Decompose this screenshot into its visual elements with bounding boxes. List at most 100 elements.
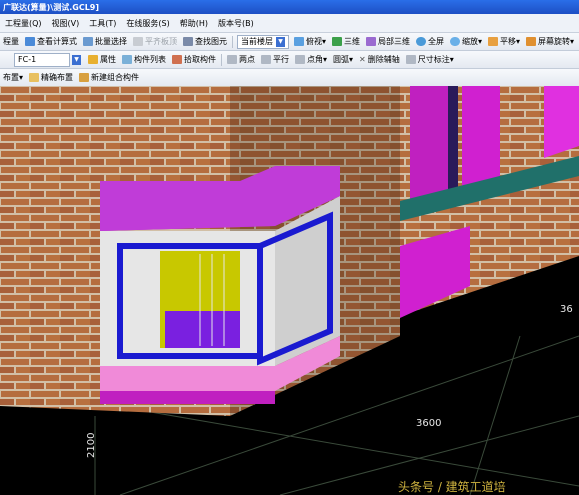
top-view-label: 俯视 <box>306 37 322 46</box>
place-label: 布置 <box>3 73 19 82</box>
new-group-label: 新建组合构件 <box>91 73 140 82</box>
zoom-icon <box>450 37 461 46</box>
align-slab-top-button[interactable]: 平齐板顶 <box>130 34 180 49</box>
local-3d-label: 局部三维 <box>378 37 411 46</box>
dimension-icon <box>405 55 416 64</box>
bay-sill-edge <box>100 391 275 404</box>
fullscreen-icon <box>416 37 427 46</box>
fullscreen-button[interactable]: 全屏 <box>413 34 447 49</box>
parallel-button[interactable]: 平行 <box>258 52 292 67</box>
pick-component-label: 拾取构件 <box>184 55 216 64</box>
window-opening-magenta <box>544 86 579 158</box>
place-button[interactable]: 布置 ▾ <box>0 70 26 85</box>
component-toolbar: FC-1 ▼ 属性 构件列表 拾取构件 两点 平行 点角 ▾ 圆弧 ▾ ✕ 删除辅… <box>0 51 579 69</box>
main-toolbar: 程量 查看计算式 批量选择 平齐板顶 查找图元 当前楼层 ▼ 俯视 ▾ 三维 局部… <box>0 33 579 51</box>
menu-tools[interactable]: 工具(T) <box>84 18 121 29</box>
top-view-icon <box>294 37 304 46</box>
find-element-button[interactable]: 查找图元 <box>180 34 230 49</box>
zoom-button[interactable]: 缩放 ▾ <box>447 34 485 49</box>
floor-dropdown[interactable]: 当前楼层 ▼ <box>237 34 289 49</box>
component-dropdown[interactable]: FC-1 <box>14 52 70 67</box>
arc-label: 圆弧 <box>333 55 350 64</box>
chevron-down-icon[interactable]: ▼ <box>72 54 81 65</box>
precise-place-label: 精确布置 <box>41 73 74 82</box>
window-opening-magenta <box>462 86 500 190</box>
parallel-label: 平行 <box>273 55 289 64</box>
toolbar-separator <box>232 35 233 48</box>
window-title: 广联达(算量)\测试.GCL9] <box>3 3 100 12</box>
3d-view-label: 三维 <box>344 37 361 46</box>
component-list-label: 构件列表 <box>134 55 166 64</box>
menu-version[interactable]: 版本号(B) <box>213 18 259 29</box>
3d-cube-icon <box>332 37 343 46</box>
local-3d-button[interactable]: 局部三维 <box>363 34 413 49</box>
two-points-button[interactable]: 两点 <box>224 52 258 67</box>
parallel-icon <box>261 55 271 64</box>
delete-axis-label: 删除辅轴 <box>367 55 400 64</box>
pan-button[interactable]: 平移 ▾ <box>485 34 523 49</box>
batch-select-button[interactable]: 批量选择 <box>80 34 130 49</box>
screen-rotate-button[interactable]: 屏幕旋转 ▾ <box>523 34 577 49</box>
two-points-icon <box>227 55 237 64</box>
delete-axis-button[interactable]: ✕ 删除辅轴 <box>356 52 403 67</box>
bay-window <box>100 166 340 404</box>
properties-button[interactable]: 属性 <box>85 52 119 67</box>
point-angle-icon <box>295 55 305 64</box>
quantity-button[interactable]: 程量 <box>0 34 22 49</box>
batch-select-label: 批量选择 <box>95 37 127 46</box>
local-3d-icon <box>366 37 377 46</box>
batch-select-icon <box>83 37 93 46</box>
top-view-button[interactable]: 俯视 ▾ <box>291 34 329 49</box>
point-angle-label: 点角 <box>307 55 323 64</box>
inner-floor-purple <box>165 311 240 348</box>
title-bar: 广联达(算量)\测试.GCL9] <box>0 0 579 14</box>
dimension-label-bottom: 3600 <box>416 418 442 429</box>
menu-quantity[interactable]: 工程量(Q) <box>0 18 47 29</box>
hand-icon <box>488 37 499 46</box>
new-group-component-button[interactable]: 新建组合构件 <box>76 70 142 85</box>
zoom-label: 缩放 <box>462 37 479 46</box>
new-group-icon <box>79 73 90 82</box>
arc-button[interactable]: 圆弧 ▾ <box>330 52 356 67</box>
dimension-button[interactable]: 尺寸标注 ▾ <box>403 52 457 67</box>
screen-rotate-label: 屏幕旋转 <box>538 37 571 46</box>
dimension-label: 尺寸标注 <box>417 55 450 64</box>
dimension-label-vertical: 2100 <box>86 432 97 458</box>
properties-label: 属性 <box>100 55 116 64</box>
pick-component-button[interactable]: 拾取构件 <box>169 52 219 67</box>
align-slab-label: 平齐板顶 <box>145 37 177 46</box>
watermark-text: 头条号 / 建筑工道培 <box>398 480 506 494</box>
window-mullion <box>448 86 458 198</box>
toolbar-separator <box>221 53 222 66</box>
3d-view-button[interactable]: 三维 <box>329 34 363 49</box>
two-points-label: 两点 <box>239 55 255 64</box>
layout-toolbar: 布置 ▾ 精确布置 新建组合构件 <box>0 69 579 87</box>
quantity-label: 程量 <box>3 37 19 46</box>
fullscreen-label: 全屏 <box>428 37 445 46</box>
find-element-label: 查找图元 <box>195 37 227 46</box>
menu-view[interactable]: 视图(V) <box>47 18 85 29</box>
close-icon: ✕ <box>359 55 366 64</box>
dimension-label-right: 36 <box>560 304 573 315</box>
precise-place-icon <box>29 73 40 82</box>
pick-icon <box>172 55 182 64</box>
align-slab-icon <box>133 37 143 46</box>
view-formula-button[interactable]: 查看计算式 <box>22 34 80 49</box>
floor-dropdown-value: 当前楼层 <box>241 37 273 46</box>
formula-icon <box>25 37 35 46</box>
component-list-button[interactable]: 构件列表 <box>119 52 169 67</box>
component-dropdown-value: FC-1 <box>18 55 37 64</box>
pan-label: 平移 <box>500 37 517 46</box>
rotate-icon <box>526 37 537 46</box>
list-icon <box>122 55 132 64</box>
menu-online-services[interactable]: 在线服务(S) <box>121 18 174 29</box>
menu-help[interactable]: 帮助(H) <box>175 18 213 29</box>
menu-bar: 工程量(Q) 视图(V) 工具(T) 在线服务(S) 帮助(H) 版本号(B) <box>0 14 579 33</box>
properties-icon <box>88 55 98 64</box>
point-angle-button[interactable]: 点角 ▾ <box>292 52 330 67</box>
precise-place-button[interactable]: 精确布置 <box>26 70 76 85</box>
view-formula-label: 查看计算式 <box>37 37 77 46</box>
3d-viewport[interactable]: 36 3600 2100 头条号 / 建筑工道培 <box>0 86 579 495</box>
binoculars-icon <box>183 37 193 46</box>
application-window: 广联达(算量)\测试.GCL9] 工程量(Q) 视图(V) 工具(T) 在线服务… <box>0 0 579 495</box>
